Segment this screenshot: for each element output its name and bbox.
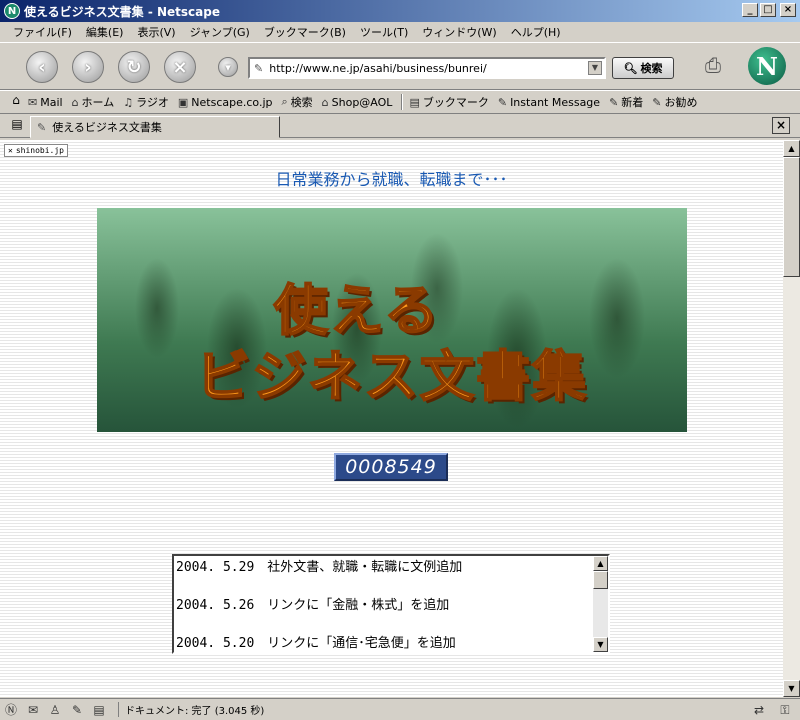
pb-mail[interactable]: ✉ Mail: [28, 96, 63, 109]
scroll-up-icon[interactable]: ▲: [783, 140, 800, 157]
scroll-down-icon[interactable]: ▼: [783, 680, 800, 697]
search-button-label: 検索: [640, 62, 663, 75]
print-icon[interactable]: ⎙: [698, 53, 728, 81]
navigation-toolbar: ‹ › ↻ × ▾ ✎ http://www.ne.jp/asahi/busin…: [0, 42, 800, 90]
search-button[interactable]: 🔍︎ 検索: [612, 57, 674, 79]
close-tab-button[interactable]: ×: [772, 117, 790, 134]
forward-arrow-icon: ›: [84, 56, 92, 78]
tab-active[interactable]: ✎ 使えるビジネス文書集: [30, 116, 280, 138]
pb-radio[interactable]: ♫ ラジオ: [123, 94, 169, 110]
forward-button[interactable]: ›: [72, 51, 104, 83]
tab-label: 使えるビジネス文書集: [52, 121, 162, 134]
radio-icon: ♫: [123, 95, 134, 109]
security-icon: ⚿: [780, 703, 790, 717]
status-bar: Ⓝ ✉ ♙ ✎ ▤ ドキュメント: 完了 (3.045 秒) ⇄ ⚿: [0, 698, 800, 720]
history-dropdown-button[interactable]: ▾: [218, 57, 238, 77]
reload-icon: ↻: [126, 56, 142, 78]
page-icon: ✎: [254, 61, 264, 75]
page-content: ✕ shinobi.jp 日常業務から就職、転職まで･･･ 使える ビジネス文書…: [0, 140, 783, 697]
window-controls: _ □ ×: [742, 3, 796, 17]
netscape-icon: N: [4, 3, 20, 19]
toolbar-separator: [401, 94, 404, 110]
news-list[interactable]: 2004. 5.29 社外文書、就職・転職に文例追加 2004. 5.26 リン…: [172, 554, 610, 654]
page-icon: ✎: [37, 120, 47, 134]
news-scrollbar[interactable]: ▲ ▼: [593, 556, 608, 652]
menu-help[interactable]: ヘルプ(H): [504, 24, 568, 40]
menu-bookmarks[interactable]: ブックマーク(B): [257, 24, 353, 40]
status-indicators: ⇄ ⚿: [748, 701, 796, 719]
pb-bookmarks[interactable]: ▤ ブックマーク: [409, 94, 488, 110]
mail-icon[interactable]: ✉: [22, 701, 44, 719]
netscape-icon[interactable]: Ⓝ: [0, 701, 22, 719]
scroll-up-icon[interactable]: ▲: [593, 556, 608, 571]
bookmark-icon: ▤: [409, 95, 420, 109]
my-netscape-icon: ▣: [177, 95, 189, 109]
search-icon: ⌕: [281, 95, 288, 108]
news-item: 2004. 5.29 社外文書、就職・転職に文例追加: [176, 560, 463, 575]
connection-icon: ⇄: [753, 703, 765, 717]
shinobi-badge[interactable]: ✕ shinobi.jp: [4, 144, 68, 157]
composer-icon[interactable]: ✎: [66, 701, 88, 719]
pb-shop[interactable]: ⌂ Shop@AOL: [322, 96, 393, 109]
scroll-thumb[interactable]: [593, 571, 608, 589]
chevron-down-icon: ▾: [225, 60, 231, 74]
new-tab-icon[interactable]: ▤: [8, 117, 26, 135]
menu-window[interactable]: ウィンドウ(W): [415, 24, 503, 40]
page-scrollbar[interactable]: ▲ ▼: [783, 140, 800, 697]
scroll-thumb[interactable]: [783, 157, 800, 277]
pb-recommend[interactable]: ✎ お勧め: [652, 94, 697, 110]
banner-title-line2: ビジネス文書集: [195, 344, 588, 409]
menu-edit[interactable]: 編集(E): [79, 24, 131, 40]
close-button[interactable]: ×: [780, 3, 796, 17]
status-text: ドキュメント: 完了 (3.045 秒): [118, 702, 264, 717]
pb-new[interactable]: ✎ 新着: [609, 94, 643, 110]
mail-icon: ✉: [28, 95, 38, 109]
pb-instant-message[interactable]: ✎ Instant Message: [498, 96, 600, 109]
stop-button[interactable]: ×: [164, 51, 196, 83]
personal-toolbar: ⌂ ✉ Mail ⌂ ホーム ♫ ラジオ ▣ Netscape.co.jp ⌕ 検索 ⌂ S…: [0, 90, 800, 114]
page-headline: 日常業務から就職、転職まで･･･: [275, 170, 508, 189]
menu-view[interactable]: 表示(V): [130, 24, 182, 40]
news-item: 2004. 5.20 リンクに「通信･宅急便」を追加: [176, 636, 456, 651]
url-text: http://www.ne.jp/asahi/business/bunrei/: [269, 61, 487, 75]
shinobi-icon: ✕: [8, 146, 13, 155]
aim-icon[interactable]: ♙: [44, 701, 66, 719]
pb-home[interactable]: ⌂ ホーム: [72, 94, 115, 110]
magnifier-icon: 🔍︎: [623, 61, 638, 75]
title-bar: N 使えるビジネス文書集 - Netscape _ □ ×: [0, 0, 800, 22]
menu-file[interactable]: ファイル(F): [6, 24, 79, 40]
pb-search[interactable]: ⌕ 検索: [281, 94, 312, 110]
minimize-button[interactable]: _: [742, 3, 758, 17]
menu-bar: ファイル(F) 編集(E) 表示(V) ジャンプ(G) ブックマーク(B) ツー…: [0, 22, 800, 42]
back-button[interactable]: ‹: [26, 51, 58, 83]
banner-image: 使える ビジネス文書集: [97, 208, 687, 432]
window-title: 使えるビジネス文書集 - Netscape: [24, 4, 220, 19]
home-icon: ⌂: [71, 95, 79, 109]
addressbook-icon[interactable]: ▤: [88, 701, 110, 719]
back-arrow-icon: ‹: [38, 56, 46, 78]
link-icon: ✎: [652, 95, 662, 109]
url-bar[interactable]: ✎ http://www.ne.jp/asahi/business/bunrei…: [248, 57, 606, 79]
link-icon: ✎: [497, 95, 508, 109]
pb-netscape[interactable]: ▣ Netscape.co.jp: [178, 96, 273, 109]
news-item: 2004. 5.26 リンクに「金融・株式」を追加: [176, 598, 450, 613]
shop-icon: ⌂: [321, 95, 329, 109]
tab-bar: ▤ ✎ 使えるビジネス文書集 ×: [0, 114, 800, 138]
reload-button[interactable]: ↻: [118, 51, 150, 83]
tab-home-icon[interactable]: ⌂: [6, 93, 26, 111]
netscape-logo[interactable]: N: [748, 47, 786, 85]
maximize-button[interactable]: □: [760, 3, 776, 17]
menu-tools[interactable]: ツール(T): [353, 24, 415, 40]
link-icon: ✎: [609, 95, 619, 109]
url-dropdown-icon[interactable]: ▼: [588, 61, 602, 75]
stop-icon: ×: [172, 56, 188, 78]
visitor-counter: 0008549: [334, 453, 448, 481]
menu-go[interactable]: ジャンプ(G): [183, 24, 257, 40]
scroll-down-icon[interactable]: ▼: [593, 637, 608, 652]
